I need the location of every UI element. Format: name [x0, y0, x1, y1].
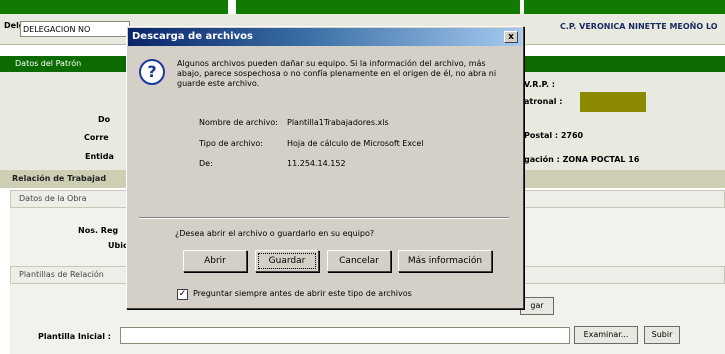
question-text: ¿Desea abrir el archivo o guardarlo en s…	[175, 229, 375, 238]
registro-patronal-value	[580, 92, 646, 112]
top-bar-gap	[520, 0, 524, 14]
relacion-title: Relación de Trabajad	[12, 174, 107, 183]
domicilio-label: Do	[98, 115, 111, 124]
postal-label: Postal : 2760	[524, 131, 584, 140]
plantilla-inicial-label: Plantilla Inicial :	[38, 332, 111, 341]
top-bar-gap	[228, 0, 236, 14]
dialog-title: Descarga de archivos	[132, 31, 253, 42]
filename-key: Nombre de archivo:	[199, 118, 278, 127]
entidad-label: Entida	[85, 152, 114, 161]
dialog-titlebar[interactable]: Descarga de archivos x	[128, 28, 522, 46]
user-name: C.P. VERONICA NINETTE MEOÑO LO	[560, 22, 718, 31]
more-info-button[interactable]: Más información	[398, 250, 492, 272]
dialog-separator	[139, 217, 509, 219]
examinar-button[interactable]: Examinar...	[574, 326, 638, 344]
ubic-label: Ubic	[108, 241, 128, 250]
cancel-button[interactable]: Cancelar	[327, 250, 391, 272]
delegacion-select[interactable]: DELEGACION NO	[20, 21, 130, 37]
warning-text: Algunos archivos pueden dañar su equipo.…	[177, 59, 497, 88]
close-icon[interactable]: x	[504, 31, 518, 43]
filetype-value: Hoja de cálculo de Microsoft Excel	[287, 139, 424, 148]
file-download-dialog: Descarga de archivos x ? Algunos archivo…	[126, 26, 524, 309]
vrp-label: V.R.P. :	[524, 80, 555, 89]
save-button[interactable]: Guardar	[255, 250, 319, 272]
ubicacion-label: gación : ZONA POCTAL 16	[524, 155, 640, 164]
top-green-bar	[0, 0, 725, 14]
filetype-key: Tipo de archivo:	[199, 139, 263, 148]
from-value: 11.254.14.152	[287, 159, 346, 168]
patronal-label: atronal :	[524, 97, 563, 106]
band-title: Datos del Patrón	[15, 59, 82, 68]
open-button[interactable]: Abrir	[183, 250, 247, 272]
plantilla-file-input[interactable]	[120, 327, 570, 344]
subir-button[interactable]: Subir	[644, 326, 680, 344]
always-ask-checkbox[interactable]: ✓	[177, 289, 188, 300]
plantillas-title: Plantillas de Relación	[19, 270, 104, 279]
correo-label: Corre	[84, 133, 109, 142]
noreg-label: Nos. Reg	[78, 226, 119, 235]
obra-title: Datos de la Obra	[19, 194, 87, 203]
from-key: De:	[199, 159, 213, 168]
always-ask-label: Preguntar siempre antes de abrir este ti…	[193, 289, 412, 298]
filename-value: Plantilla1Trabajadores.xls	[287, 118, 389, 127]
question-icon: ?	[139, 59, 165, 85]
cargar-button[interactable]: gar	[520, 297, 554, 315]
